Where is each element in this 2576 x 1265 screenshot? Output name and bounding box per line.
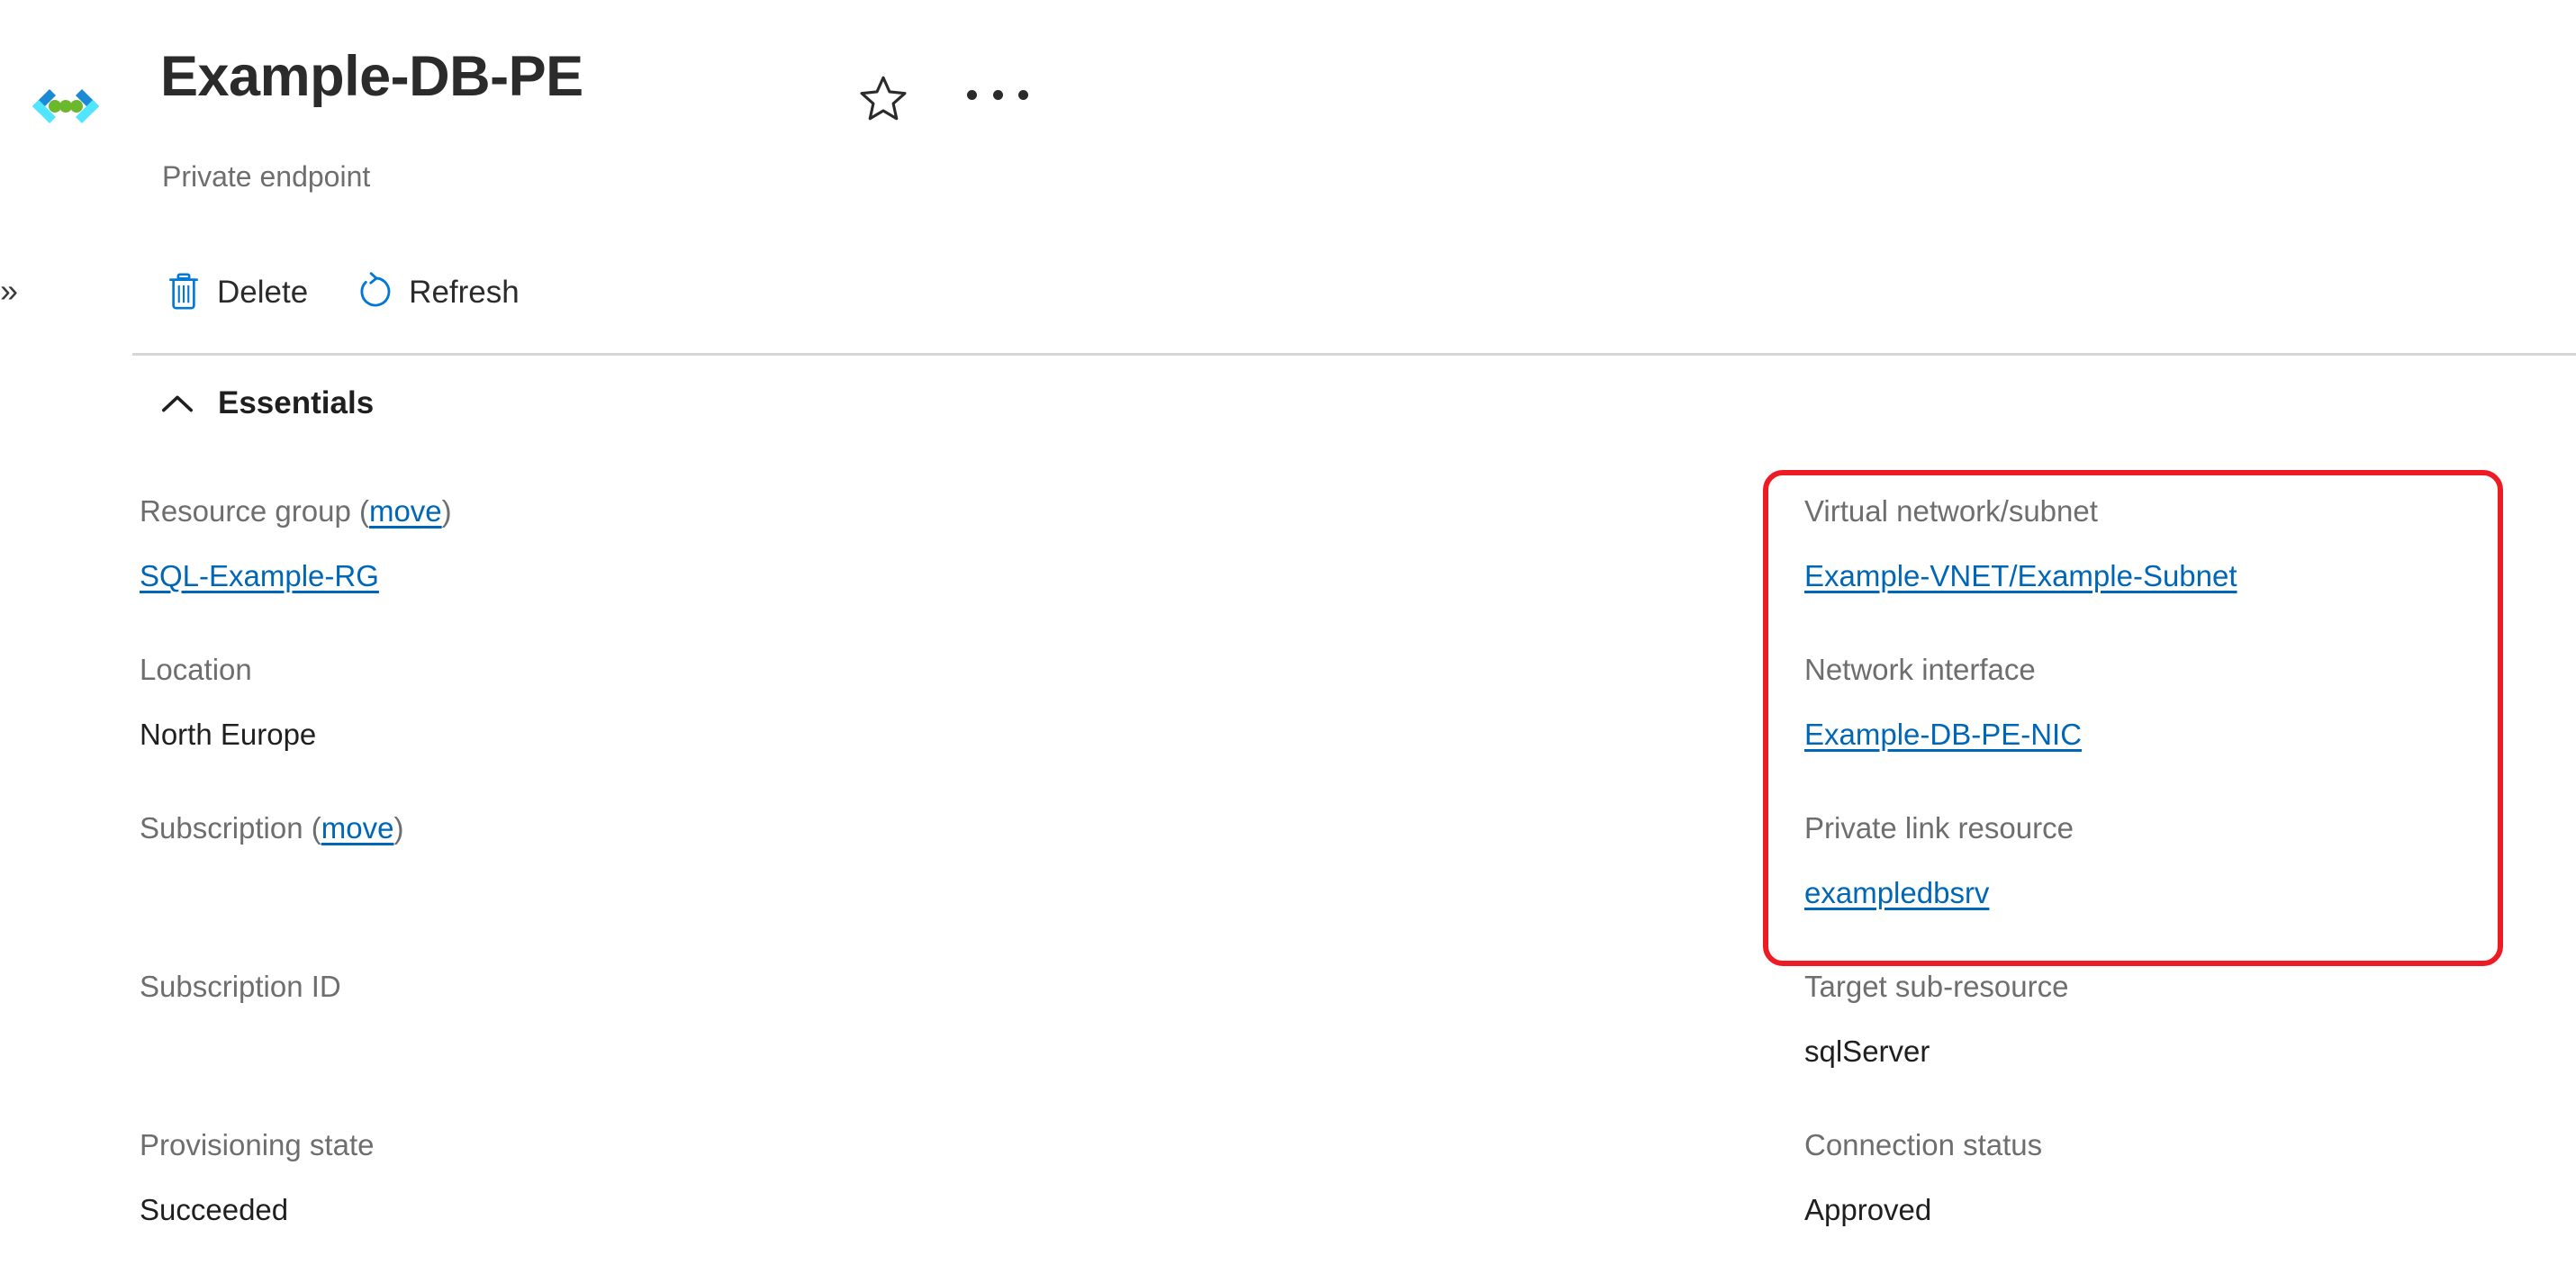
page-header: Example-DB-PE Private endpoint: [0, 20, 2576, 191]
property-value: [140, 843, 1670, 878]
property-label: Subscription ID: [140, 970, 341, 1003]
property-label: Target sub-resource: [1804, 970, 2069, 1003]
property-label: Connection status: [1804, 1128, 2043, 1161]
azure-private-endpoint-overview: Example-DB-PE Private endpoint » Delete …: [0, 0, 2576, 1265]
property-value: [140, 1001, 1670, 1036]
private-link-resource-link[interactable]: exampledbsrv: [1804, 876, 1989, 909]
property-target-sub-resource: Target sub-resource sqlServer: [1804, 966, 2552, 1125]
chevron-up-icon: [160, 393, 194, 414]
property-value: SQL-Example-RG: [140, 526, 1670, 591]
property-value: sqlServer: [1804, 1035, 1930, 1068]
property-label: Provisioning state: [140, 1128, 375, 1161]
network-interface-link[interactable]: Example-DB-PE-NIC: [1804, 718, 2082, 751]
property-provisioning-state: Provisioning state Succeeded: [140, 1125, 1670, 1265]
ellipsis-icon[interactable]: [967, 74, 1028, 115]
trash-icon: [165, 271, 203, 312]
property-label-suffix: ): [441, 494, 452, 528]
property-virtual-network-subnet: Virtual network/subnet Example-VNET/Exam…: [1804, 491, 2552, 649]
property-label: Network interface: [1804, 653, 2036, 686]
essentials-label: Essentials: [218, 385, 375, 420]
property-value: Succeeded: [140, 1193, 289, 1226]
page-subtitle: Private endpoint: [162, 160, 371, 193]
property-label: Location: [140, 653, 252, 686]
property-value: Example-DB-PE-NIC: [1804, 684, 2552, 749]
property-location: Location North Europe: [140, 649, 1670, 808]
delete-button-label: Delete: [217, 274, 309, 310]
delete-button[interactable]: Delete: [158, 259, 315, 324]
command-toolbar: Delete Refresh: [158, 259, 527, 324]
property-label-text: Subscription (: [140, 811, 321, 845]
refresh-button[interactable]: Refresh: [349, 259, 527, 324]
property-private-link-resource: Private link resource exampledbsrv: [1804, 808, 2552, 966]
property-resource-group: Resource group (move) SQL-Example-RG: [140, 491, 1670, 649]
refresh-button-label: Refresh: [409, 274, 520, 310]
resource-group-link[interactable]: SQL-Example-RG: [140, 559, 379, 592]
property-connection-status: Connection status Approved: [1804, 1125, 2552, 1265]
resource-group-move-link[interactable]: move: [369, 494, 442, 528]
property-value: North Europe: [140, 718, 317, 751]
property-network-interface: Network interface Example-DB-PE-NIC: [1804, 649, 2552, 808]
private-endpoint-icon: [25, 72, 106, 135]
property-label-suffix: ): [393, 811, 404, 845]
property-label: Subscription (move): [140, 808, 1670, 843]
property-label-text: Resource group (: [140, 494, 369, 528]
subscription-move-link[interactable]: move: [321, 811, 394, 845]
virtual-network-subnet-link[interactable]: Example-VNET/Example-Subnet: [1804, 559, 2237, 592]
toolbar-divider: [132, 353, 2576, 356]
property-value: Example-VNET/Example-Subnet: [1804, 526, 2552, 591]
property-label: Private link resource: [1804, 811, 2074, 845]
property-label: Resource group (move): [140, 491, 1670, 526]
property-subscription-id: Subscription ID: [140, 966, 1670, 1125]
property-label: Virtual network/subnet: [1804, 494, 2098, 528]
star-icon[interactable]: [857, 72, 909, 124]
essentials-left-column: Resource group (move) SQL-Example-RG Loc…: [140, 491, 1670, 1265]
essentials-right-column: Virtual network/subnet Example-VNET/Exam…: [1804, 491, 2552, 1265]
status-badge: Approved: [1804, 1193, 1932, 1226]
property-subscription: Subscription (move): [140, 808, 1670, 966]
essentials-toggle[interactable]: Essentials: [160, 387, 374, 419]
double-chevron-right-icon[interactable]: »: [0, 275, 18, 307]
property-value: exampledbsrv: [1804, 843, 2552, 908]
page-title: Example-DB-PE: [160, 45, 583, 108]
refresh-icon: [357, 271, 394, 312]
